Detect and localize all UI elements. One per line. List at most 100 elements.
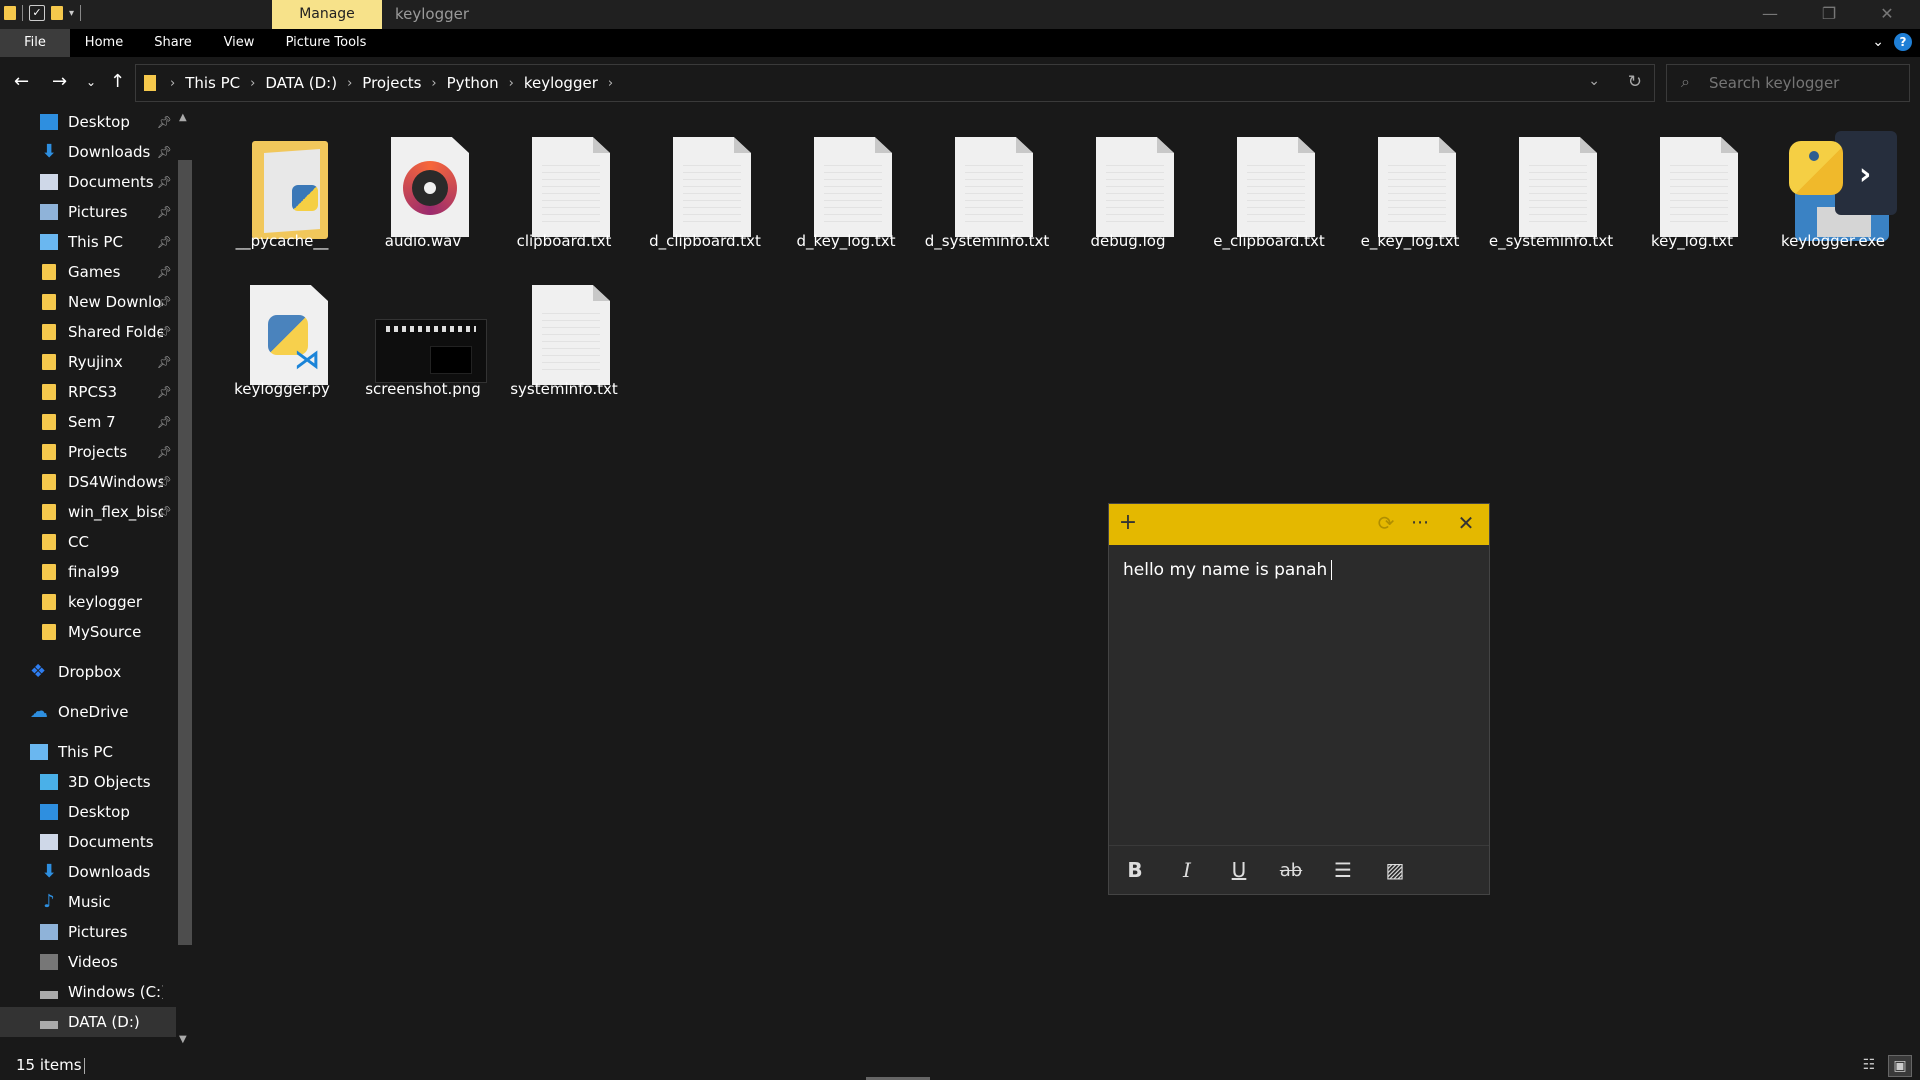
bullet-list-icon[interactable]: ☰ [1317,858,1369,882]
nav-item-dropbox[interactable]: ❖ Dropbox [0,657,176,687]
nav-item-keylogger[interactable]: keylogger [0,587,176,617]
file-item-e-systeminfo[interactable]: e_systeminfo.txt [1481,117,1621,265]
nav-item-new-downloads[interactable]: New Downloa 📌︎ [0,287,176,317]
tab-picture-tools[interactable]: Picture Tools [280,29,372,57]
add-note-icon[interactable]: + [1113,509,1143,539]
file-item-debug-log[interactable]: debug.log [1058,117,1198,265]
properties-icon[interactable]: ✓ [29,5,45,21]
folder-icon[interactable] [4,6,16,20]
bold-icon[interactable]: B [1109,858,1161,882]
nav-item-pc-documents[interactable]: Documents [0,827,176,857]
sticky-note-text[interactable]: hello my name is panah [1123,560,1327,580]
chevron-right-icon[interactable]: › [246,76,259,91]
chevron-right-icon[interactable]: › [343,76,356,91]
nav-item-cc[interactable]: CC [0,527,176,557]
strikethrough-icon[interactable]: ab [1265,860,1317,881]
nav-item-desktop[interactable]: Desktop 📌︎ [0,107,176,137]
file-item-systeminfo[interactable]: systeminfo.txt [494,265,634,413]
file-item-e-clipboard[interactable]: e_clipboard.txt [1199,117,1339,265]
file-item-e-key-log[interactable]: e_key_log.txt [1340,117,1480,265]
nav-item-win-flex-bison[interactable]: win_flex_biso 📌︎ [0,497,176,527]
file-item-screenshot[interactable]: screenshot.png [353,265,493,413]
nav-item-pc-desktop[interactable]: Desktop [0,797,176,827]
scroll-up-icon[interactable]: ▲ [179,112,187,123]
breadcrumb-item[interactable]: DATA (D:) [265,74,337,92]
breadcrumb-item[interactable]: Projects [362,74,421,92]
more-options-icon[interactable]: ⋯ [1405,509,1435,539]
nav-item-this-pc[interactable]: This PC 📌︎ [0,227,176,257]
tab-view[interactable]: View [214,29,264,57]
scroll-down-icon[interactable]: ▼ [179,1034,187,1045]
nav-item-final99[interactable]: final99 [0,557,176,587]
file-item-d-clipboard[interactable]: d_clipboard.txt [635,117,775,265]
address-bar[interactable]: › This PC › DATA (D:) › Projects › Pytho… [135,64,1655,102]
chevron-right-icon[interactable]: › [166,76,179,91]
underline-icon[interactable]: U [1213,858,1265,882]
search-box[interactable]: ⌕ [1666,64,1910,102]
file-item-key-log[interactable]: key_log.txt [1622,117,1762,265]
file-item-audio[interactable]: audio.wav [353,117,493,265]
sticky-note-editor[interactable]: hello my name is panah [1123,560,1473,580]
nav-item-pictures[interactable]: Pictures 📌︎ [0,197,176,227]
nav-item-music[interactable]: ♪ Music [0,887,176,917]
manage-contextual-tab[interactable]: Manage [272,0,382,29]
new-folder-icon[interactable] [51,6,63,20]
file-item-keylogger-exe[interactable]: › keylogger.exe [1763,117,1903,265]
close-button[interactable]: ✕ [1864,0,1910,29]
nav-item-ryujinx[interactable]: Ryujinx 📌︎ [0,347,176,377]
breadcrumb-item[interactable]: Python [447,74,499,92]
help-icon[interactable]: ? [1894,33,1912,51]
chevron-right-icon[interactable]: › [505,76,518,91]
sticky-note-header[interactable]: + ⟳ ⋯ ✕ [1109,504,1489,545]
sync-icon[interactable]: ⟳ [1371,509,1401,539]
nav-item-label: Pictures [68,203,128,221]
back-icon[interactable]: ← [14,71,29,92]
refresh-icon[interactable]: ↻ [1628,72,1642,92]
minimize-button[interactable]: — [1747,0,1793,29]
nav-item-this-pc-root[interactable]: This PC [0,737,176,767]
sticky-note[interactable]: + ⟳ ⋯ ✕ hello my name is panah B I U ab … [1108,503,1490,895]
search-input[interactable] [1707,71,1901,95]
expand-ribbon-icon[interactable]: ⌄ [1872,34,1884,50]
recent-locations-icon[interactable]: ⌄ [86,75,96,89]
address-dropdown-icon[interactable]: ⌄ [1588,73,1600,89]
chevron-right-icon[interactable]: › [604,76,617,91]
close-note-icon[interactable]: ✕ [1451,509,1481,539]
nav-item-data-d[interactable]: DATA (D:) [0,1007,176,1037]
nav-item-3d-objects[interactable]: 3D Objects [0,767,176,797]
nav-item-pc-pictures[interactable]: Pictures [0,917,176,947]
tab-file[interactable]: File [0,29,70,57]
nav-item-shared-folder[interactable]: Shared Folde 📌︎ [0,317,176,347]
up-icon[interactable]: ↑ [110,71,125,92]
nav-item-projects[interactable]: Projects 📌︎ [0,437,176,467]
forward-icon[interactable]: → [52,71,67,92]
tab-home[interactable]: Home [78,29,130,57]
nav-scrollbar-thumb[interactable] [178,160,192,945]
file-item-keylogger-py[interactable]: ⋊ keylogger.py [212,265,352,413]
file-item-d-key-log[interactable]: d_key_log.txt [776,117,916,265]
nav-item-documents[interactable]: Documents 📌︎ [0,167,176,197]
file-item-pycache[interactable]: __pycache__ [212,117,352,265]
large-icons-view-icon[interactable]: ▣ [1888,1055,1912,1077]
customize-toolbar-icon[interactable]: ▾ [69,8,74,19]
nav-item-mysource[interactable]: MySource [0,617,176,647]
nav-item-rpcs3[interactable]: RPCS3 📌︎ [0,377,176,407]
nav-item-downloads[interactable]: ⬇ Downloads 📌︎ [0,137,176,167]
insert-image-icon[interactable]: ▨ [1369,858,1421,882]
nav-item-ds4windows[interactable]: DS4Windows 📌︎ [0,467,176,497]
tab-share[interactable]: Share [146,29,200,57]
breadcrumb-item[interactable]: keylogger [524,74,598,92]
nav-item-windows-c[interactable]: Windows (C:) [0,977,176,1007]
file-item-clipboard[interactable]: clipboard.txt [494,117,634,265]
italic-icon[interactable]: I [1161,858,1213,882]
nav-item-games[interactable]: Games 📌︎ [0,257,176,287]
nav-item-pc-downloads[interactable]: ⬇ Downloads [0,857,176,887]
nav-item-sem-7[interactable]: Sem 7 📌︎ [0,407,176,437]
breadcrumb-item[interactable]: This PC [185,74,240,92]
maximize-button[interactable]: ❐ [1806,0,1852,29]
chevron-right-icon[interactable]: › [427,76,440,91]
details-view-icon[interactable]: ☷ [1858,1055,1880,1075]
file-item-d-systeminfo[interactable]: d_systeminfo.txt [917,117,1057,265]
nav-item-onedrive[interactable]: ☁ OneDrive [0,697,176,727]
nav-item-videos[interactable]: Videos [0,947,176,977]
